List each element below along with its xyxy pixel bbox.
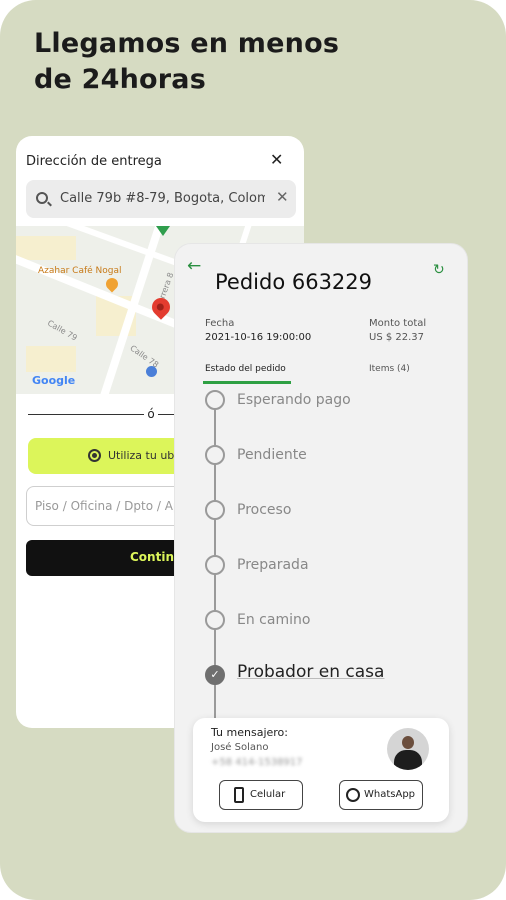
avatar-head <box>402 736 414 749</box>
search-icon <box>36 192 48 204</box>
whatsapp-button[interactable]: WhatsApp <box>339 780 423 810</box>
cafe-marker-icon[interactable] <box>103 275 121 293</box>
total-label: Monto total <box>369 318 427 329</box>
headline-line-2: de 24horas <box>34 64 206 95</box>
close-icon[interactable]: ✕ <box>270 150 283 169</box>
back-arrow-icon[interactable]: ← <box>187 256 201 276</box>
call-button[interactable]: Celular <box>219 780 303 810</box>
courier-phone: +58 414-1538917 <box>211 757 303 768</box>
courier-name: José Solano <box>211 742 269 753</box>
order-status-screen: ← Pedido 663229 ↻ Fecha 2021-10-16 19:00… <box>175 244 467 832</box>
map-block <box>16 236 76 260</box>
phone-icon <box>234 787 244 803</box>
total-value: US $ 22.37 <box>369 332 425 343</box>
step-label: Proceso <box>237 502 292 518</box>
avatar-body <box>394 750 422 770</box>
map-block <box>26 346 76 372</box>
refresh-icon[interactable]: ↻ <box>433 262 445 278</box>
headline-line-1: Llegamos en menos <box>34 28 340 59</box>
step-circle-icon <box>205 610 225 630</box>
step-circle-icon <box>205 390 225 410</box>
call-button-label: Celular <box>250 789 286 800</box>
step-circle-icon <box>205 500 225 520</box>
step-label: Esperando pago <box>237 392 351 408</box>
clear-search-icon[interactable]: ✕ <box>276 188 289 206</box>
google-logo: Google <box>32 374 75 387</box>
map-place-label: Azahar Café Nogal <box>38 266 122 276</box>
courier-card: Tu mensajero: José Solano +58 414-153891… <box>193 718 449 822</box>
whatsapp-button-label: WhatsApp <box>364 789 416 800</box>
map-poi-blue-icon <box>146 366 157 377</box>
address-search-value[interactable]: Calle 79b #8-79, Bogota, Colombia <box>60 191 265 206</box>
date-value: 2021-10-16 19:00:00 <box>205 332 312 343</box>
location-target-icon <box>88 449 101 462</box>
step-circle-icon <box>205 555 225 575</box>
step-label: En camino <box>237 612 311 628</box>
address-search-field[interactable]: Calle 79b #8-79, Bogota, Colombia ✕ <box>26 180 296 218</box>
order-title: Pedido 663229 <box>215 270 373 294</box>
step-circle-icon <box>205 445 225 465</box>
map-poi-green-icon <box>156 226 170 236</box>
whatsapp-icon <box>346 788 360 802</box>
step-label: Pendiente <box>237 447 307 463</box>
active-tab-indicator <box>203 381 291 384</box>
slider-handle[interactable]: ó <box>144 406 158 422</box>
headline: Llegamos en menos de 24horas <box>34 26 454 98</box>
floor-office-placeholder: Piso / Oficina / Dpto / Apto <box>35 499 193 513</box>
google-logo-text: Google <box>32 374 76 387</box>
tab-items[interactable]: Items (4) <box>369 364 410 374</box>
tab-order-status[interactable]: Estado del pedido <box>205 364 286 374</box>
date-label: Fecha <box>205 318 235 329</box>
courier-avatar <box>387 728 429 770</box>
street-label: Calle 78 <box>128 343 161 370</box>
courier-title: Tu mensajero: <box>211 726 288 739</box>
street-label: Calle 79 <box>45 318 79 343</box>
step-check-icon: ✓ <box>205 665 225 685</box>
address-title: Dirección de entrega <box>26 154 162 169</box>
step-label: Preparada <box>237 557 309 573</box>
step-label-active: Probador en casa <box>237 662 385 682</box>
